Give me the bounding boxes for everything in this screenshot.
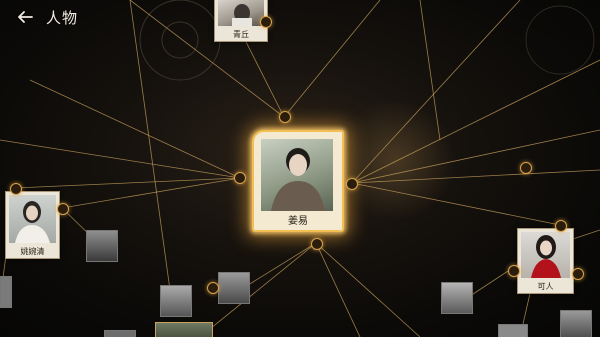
connection-node[interactable] (520, 162, 532, 174)
connection-node[interactable] (555, 220, 567, 232)
character-thumbnail[interactable] (155, 322, 213, 337)
character-portrait (521, 232, 570, 278)
character-card-jiangyi[interactable]: 姜易 (252, 130, 344, 232)
character-name: 青丘 (233, 30, 249, 39)
character-thumbnail[interactable] (218, 272, 250, 304)
page-title: 人物 (46, 8, 79, 27)
character-thumbnail[interactable] (560, 310, 592, 337)
connection-node[interactable] (279, 111, 291, 123)
character-card-keren[interactable]: 可人 (517, 228, 574, 294)
connection-node[interactable] (10, 183, 22, 195)
arrow-left-icon[interactable] (16, 8, 34, 26)
connection-node[interactable] (207, 282, 219, 294)
connection-node[interactable] (311, 238, 323, 250)
character-portrait (261, 139, 333, 211)
connection-node[interactable] (57, 203, 69, 215)
connection-node[interactable] (234, 172, 246, 184)
character-relation-map: 人物 青丘 姚婉清 可人 姜易 (0, 0, 600, 337)
connection-node[interactable] (572, 268, 584, 280)
character-name: 可人 (537, 282, 554, 291)
character-name: 姚婉清 (20, 247, 45, 256)
character-thumbnail[interactable] (441, 282, 473, 314)
character-thumbnail[interactable] (104, 330, 136, 337)
character-thumbnail[interactable] (498, 324, 528, 337)
connection-node[interactable] (260, 16, 272, 28)
character-thumbnail[interactable] (86, 230, 118, 262)
character-card-yaowanqing[interactable]: 姚婉清 (5, 191, 60, 259)
connection-node[interactable] (508, 265, 520, 277)
character-portrait (9, 195, 56, 243)
character-thumbnail[interactable] (160, 285, 192, 317)
connection-node[interactable] (346, 178, 358, 190)
character-portrait (218, 0, 264, 26)
header-bar: 人物 (16, 6, 78, 28)
character-name: 姜易 (288, 216, 308, 227)
character-thumbnail[interactable] (0, 276, 12, 308)
